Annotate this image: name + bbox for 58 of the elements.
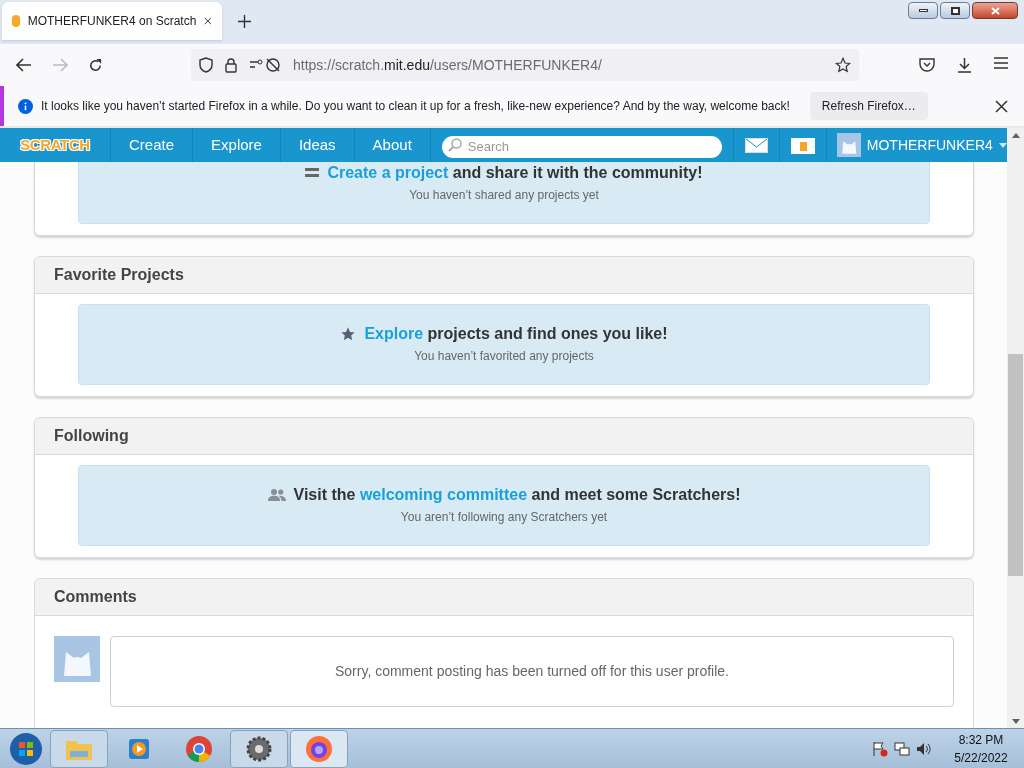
empty-subtext: You haven’t favorited any projects — [414, 348, 594, 365]
refresh-firefox-button[interactable]: Refresh Firefox… — [809, 92, 928, 120]
network-icon[interactable] — [894, 740, 910, 757]
section-title: Comments — [54, 587, 137, 607]
avatar — [836, 133, 861, 157]
search-icon — [447, 138, 462, 152]
caret-icon[interactable] — [998, 142, 1007, 148]
bookmark-star-icon[interactable] — [835, 57, 851, 73]
tab-title: MOTHERFUNKER4 on Scratch — [27, 13, 197, 30]
message-link[interactable]: welcoming committee — [359, 486, 528, 503]
stack-icon — [305, 166, 320, 180]
menu-icon[interactable] — [994, 57, 1008, 69]
clock-date: 5/22/2022 — [954, 749, 1008, 767]
close-icon — [990, 6, 1000, 15]
close-button[interactable] — [972, 2, 1018, 19]
empty-message: Visit the welcoming committee and meet some Scratchers! — [293, 485, 741, 505]
scroll-down-icon[interactable] — [1011, 719, 1020, 724]
clock[interactable]: 8:32 PM 5/22/2022 — [946, 730, 1016, 767]
back-icon[interactable] — [16, 58, 32, 72]
download-icon[interactable] — [957, 57, 972, 73]
reload-icon[interactable] — [88, 57, 103, 73]
minimize-button[interactable] — [908, 2, 938, 19]
browser-tab[interactable]: MOTHERFUNKER4 on Scratch — [2, 2, 222, 40]
notification-text: It looks like you haven’t started Firefox in a while. Do you want to clean it up for a fresh, like-new experience? And by the way, welcome back! — [41, 98, 790, 115]
comment-notice: Sorry, comment posting has been turned off for this user profile. — [335, 662, 729, 681]
empty-subtext: You haven’t shared any projects yet — [409, 187, 599, 204]
folder-icon[interactable] — [790, 136, 815, 154]
new-tab-icon[interactable] — [238, 15, 251, 28]
section-title: Following — [54, 426, 129, 446]
close-icon[interactable] — [995, 99, 1008, 113]
star-icon — [340, 326, 357, 342]
empty-subtext: You aren’t following any Scratchers yet — [400, 509, 608, 526]
section-title: Favorite Projects — [54, 265, 184, 285]
scroll-up-icon[interactable] — [1011, 133, 1020, 138]
avatar — [54, 636, 100, 682]
close-icon[interactable] — [204, 16, 212, 26]
pocket-icon[interactable] — [919, 57, 935, 72]
shield-icon[interactable] — [199, 57, 213, 73]
clock-time: 8:32 PM — [958, 731, 1004, 749]
firefox-taskbar-icon[interactable] — [290, 729, 348, 768]
message-link[interactable]: Create a project — [327, 164, 449, 181]
empty-message: Explore projects and find ones you like! — [364, 324, 668, 344]
people-icon — [267, 488, 286, 502]
info-icon — [18, 98, 33, 114]
permissions-icon[interactable] — [249, 57, 281, 73]
address-bar[interactable]: https://scratch.mit.edu/users/MOTHERFUNKER4/ — [191, 49, 859, 81]
gear-taskbar-icon[interactable] — [230, 729, 288, 768]
search-field[interactable]: Search — [441, 135, 722, 158]
url-text: https://scratch.mit.edu/users/MOTHERFUNKER4/ — [293, 55, 603, 75]
scrollbar[interactable] — [1007, 128, 1024, 728]
messages-icon[interactable] — [744, 137, 768, 153]
flag-icon[interactable] — [872, 740, 888, 757]
message-link[interactable]: Explore — [364, 325, 424, 342]
lock-icon[interactable] — [225, 57, 237, 73]
restore-button[interactable] — [940, 2, 970, 19]
username[interactable]: MOTHERFUNKER4 — [866, 134, 993, 156]
scratch-favicon-icon — [12, 15, 20, 27]
empty-message: Create a project and share it with the community! — [327, 163, 703, 183]
